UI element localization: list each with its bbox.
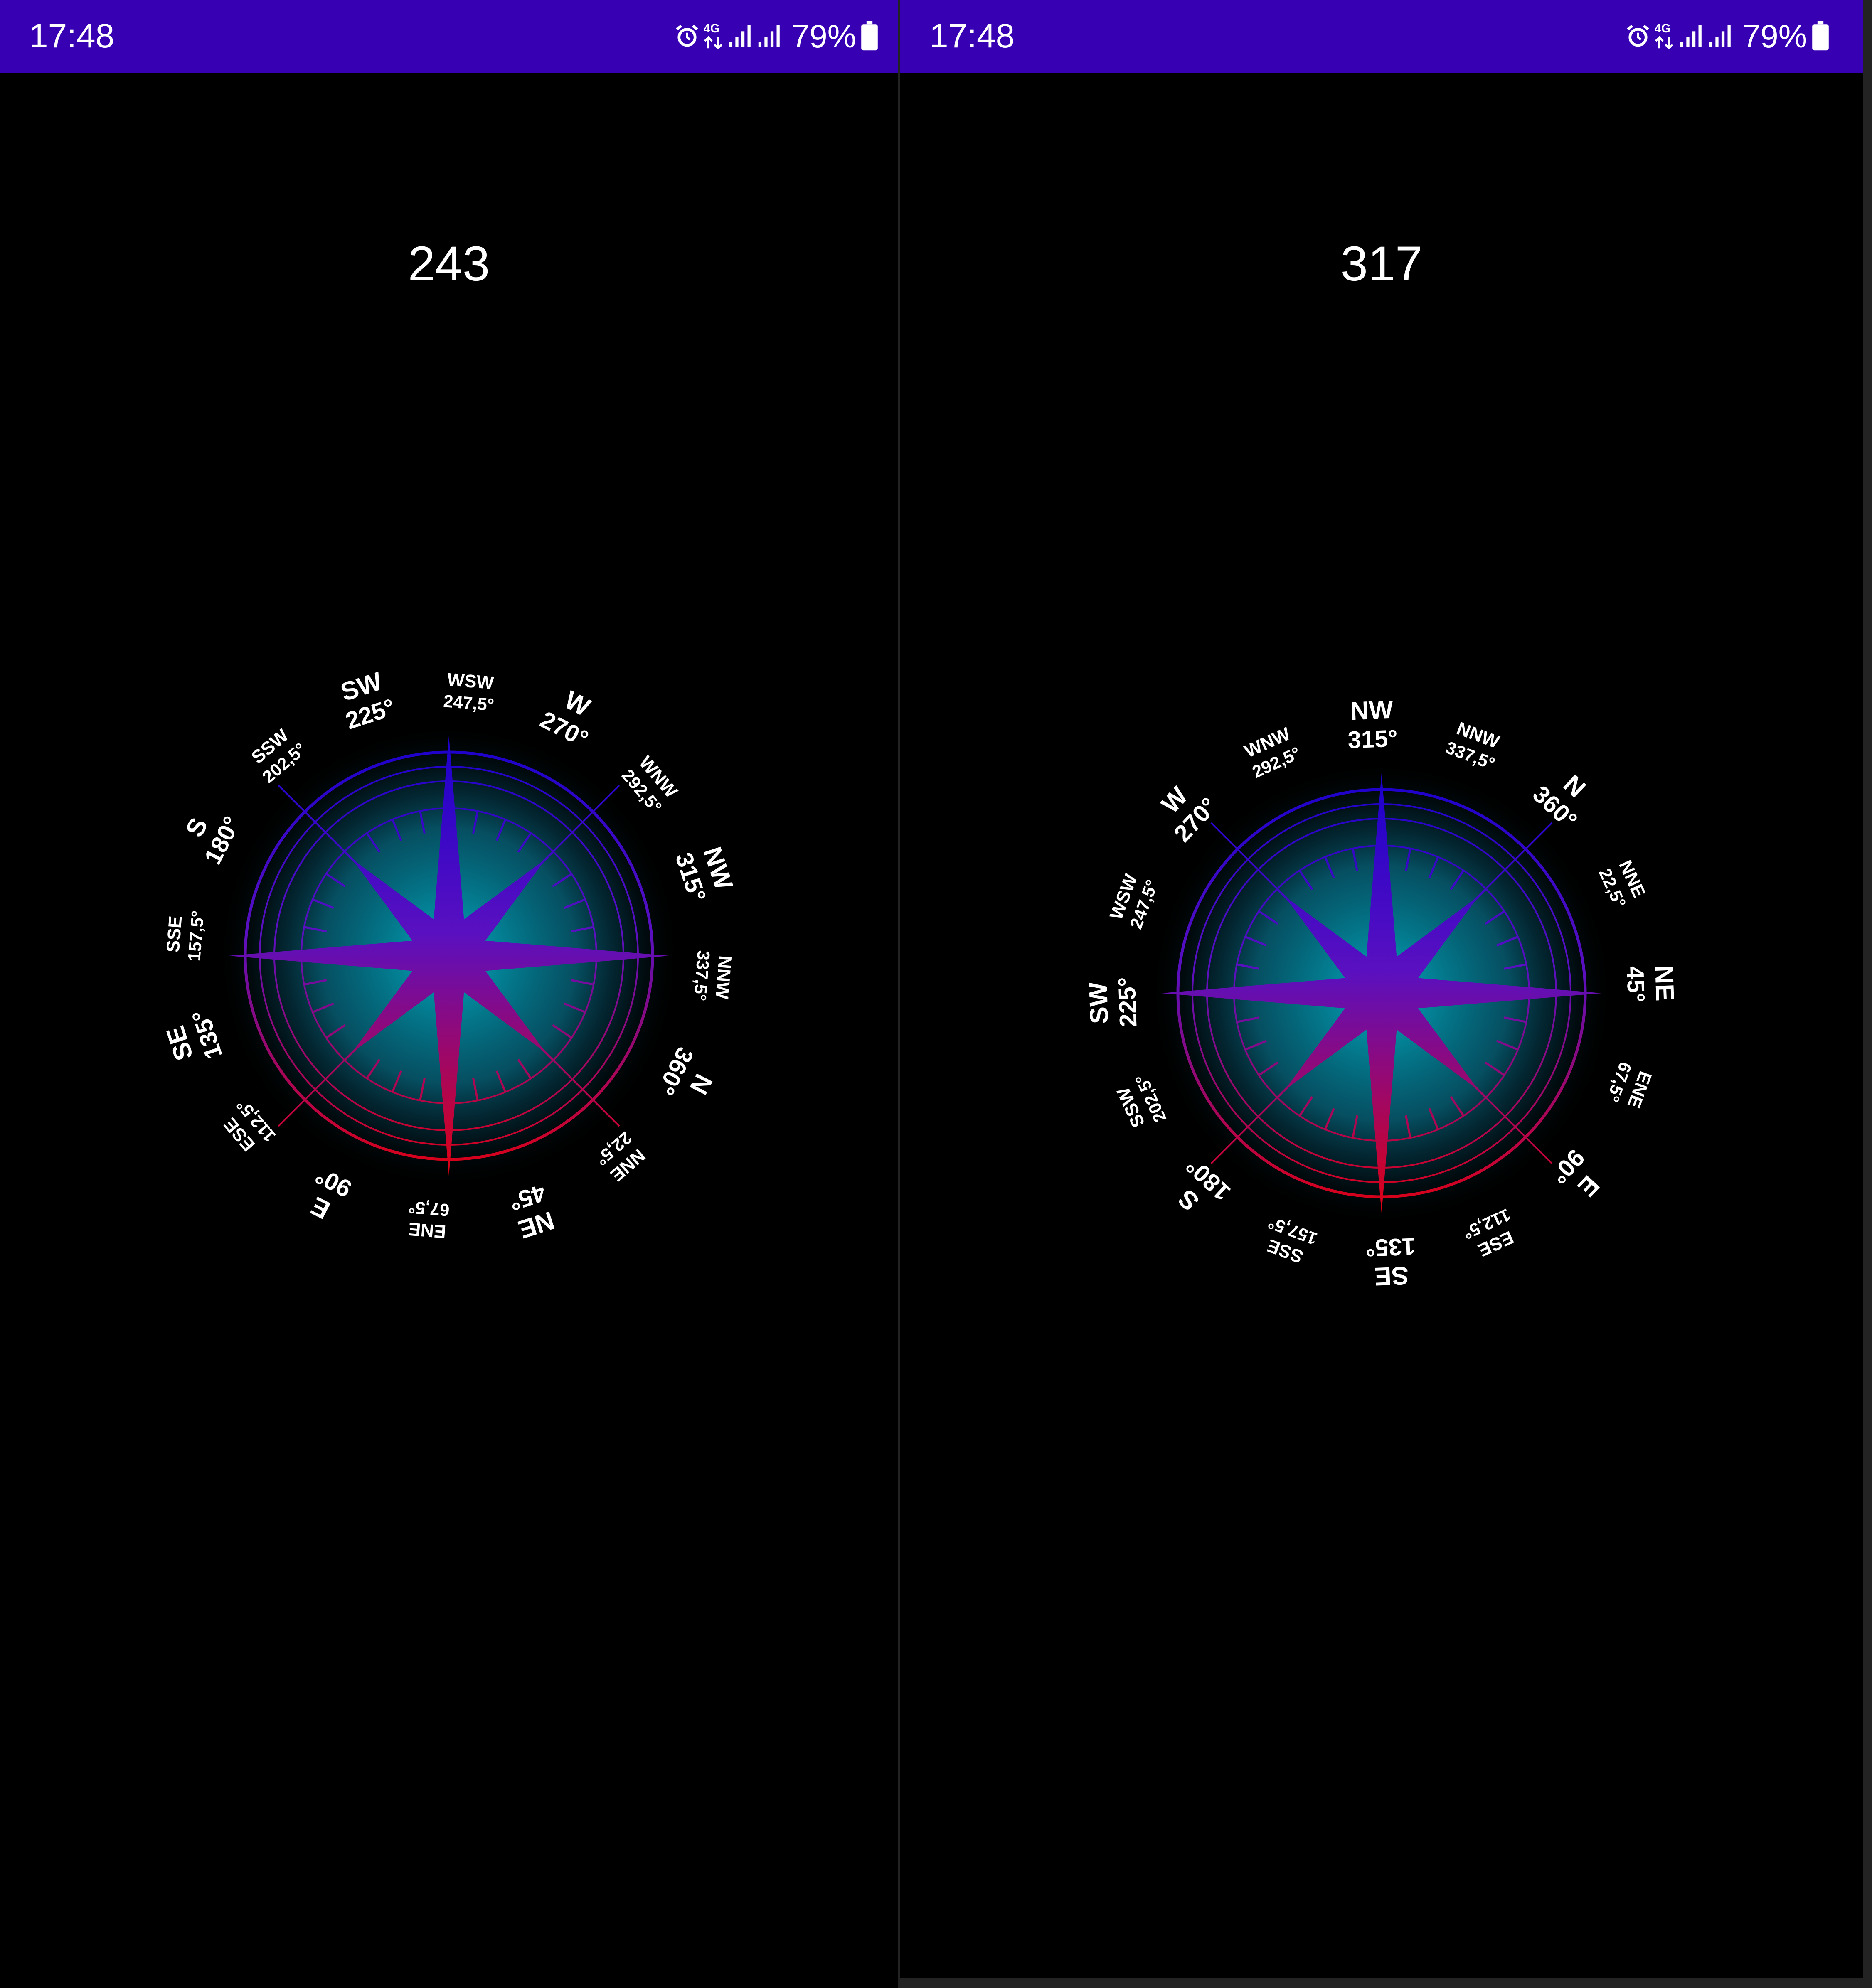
compass-label: NE45° — [506, 1179, 558, 1244]
compass-screen-right: 17:48 4G 79% 317 N 360° NNE 22,5° NE 45° ENE 67… — [900, 0, 1863, 1978]
compass-label-name: ENE — [408, 1218, 447, 1242]
status-icons: 4G 79% — [1624, 12, 1830, 61]
compass-svg: N360°NNE22,5°NE45°ENE67,5°E90°ESE112,5°S… — [1084, 696, 1679, 1291]
compass-label: WSW247,5° — [1106, 871, 1162, 931]
compass-label: NNW337,5° — [690, 950, 735, 1001]
battery-percent: 79% — [791, 18, 856, 54]
signal-icon — [1706, 22, 1735, 51]
status-bar: 17:48 4G 79% — [900, 0, 1863, 73]
alarm-icon — [1624, 22, 1652, 50]
compass-label-name: SW — [1084, 982, 1114, 1024]
compass-label: ENE67,5° — [1603, 1059, 1656, 1111]
compass-label: WNW292,5° — [1241, 723, 1303, 782]
compass-label-degree: 135° — [1365, 1233, 1416, 1262]
compass-label-degree: 247,5° — [443, 691, 495, 714]
compass-label-degree: 225° — [1113, 977, 1142, 1027]
compass-rose: N 360° NNE 22,5° NE 45° ENE 67,5° E 90° ESE 112,5° S… — [116, 623, 781, 1288]
compass-label: ESE112,5° — [1460, 1205, 1517, 1260]
compass-label: WSW247,5° — [443, 669, 495, 715]
battery-icon — [860, 21, 879, 51]
battery-icon — [1811, 21, 1830, 51]
status-time: 17:48 — [29, 17, 115, 55]
compass-svg: N360°NNE22,5° NE45° ENE67,5° E90° ESE112,5° S… — [161, 667, 738, 1244]
network-4g-icon: 4G — [701, 20, 726, 52]
svg-text:4G: 4G — [1654, 22, 1670, 35]
compass-label: SE135° — [1365, 1233, 1416, 1291]
compass-label: S180° — [180, 812, 246, 869]
compass-label: SW225° — [1084, 977, 1142, 1027]
compass-label-degree: 45° — [1621, 966, 1650, 1003]
heading-value: 317 — [1340, 236, 1423, 291]
alarm-icon — [673, 22, 701, 50]
compass-label-name: NW — [1350, 696, 1394, 726]
compass-label-name: SSE — [163, 915, 186, 953]
compass-label-name: NE — [1649, 965, 1679, 1001]
status-time: 17:48 — [929, 17, 1015, 55]
compass-label: N360° — [652, 1043, 718, 1099]
svg-text:4G: 4G — [703, 22, 719, 35]
signal-icon — [726, 22, 755, 51]
network-4g-icon: 4G — [1652, 20, 1677, 52]
compass-label: SSW202,5° — [1113, 1071, 1170, 1131]
compass-label-name: WSW — [446, 669, 495, 694]
compass-label-name: SE — [1374, 1261, 1409, 1291]
compass-label: SSE157,5° — [1264, 1213, 1320, 1267]
compass-rose: N 360° NNE 22,5° NE 45° ENE 67,5° E 90° ESE 112,5° S… — [1049, 661, 1714, 1326]
compass-label: E90° — [1545, 1144, 1605, 1202]
compass-label-degree: 315° — [1347, 725, 1398, 753]
status-icons: 4G 79% — [673, 12, 879, 61]
compass-label: ENE67,5° — [408, 1197, 450, 1242]
compass-label: NE45° — [1621, 965, 1679, 1003]
compass-label: NW315° — [1347, 696, 1398, 754]
compass-screen-left: 17:48 4G 79% 243 N 360° NNE 22,5° NE 45° ENE 67… — [0, 0, 898, 1988]
compass-label: NW315° — [670, 844, 738, 905]
compass-label: NNW337,5° — [1443, 718, 1502, 773]
battery-percent: 79% — [1742, 18, 1807, 54]
compass-label: SSE157,5° — [163, 910, 208, 962]
compass-label-name: NNW — [712, 955, 735, 1000]
compass-label-degree: 157,5° — [184, 910, 207, 962]
signal-icon — [1677, 22, 1706, 51]
signal-icon — [755, 22, 784, 51]
heading-value: 243 — [408, 236, 490, 291]
compass-label: NNE22,5° — [1595, 857, 1650, 911]
compass-label-degree: 337,5° — [690, 950, 713, 1001]
compass-label: SW225° — [337, 667, 399, 734]
status-bar: 17:48 4G 79% — [0, 0, 898, 73]
compass-label: ESE112,5° — [220, 1095, 279, 1155]
compass-label-degree: 67,5° — [408, 1197, 450, 1220]
compass-label: NNE22,5° — [592, 1128, 649, 1185]
compass-label: SE135° — [161, 1006, 228, 1064]
compass-label: W270° — [536, 686, 595, 753]
compass-label: E90° — [306, 1162, 356, 1224]
